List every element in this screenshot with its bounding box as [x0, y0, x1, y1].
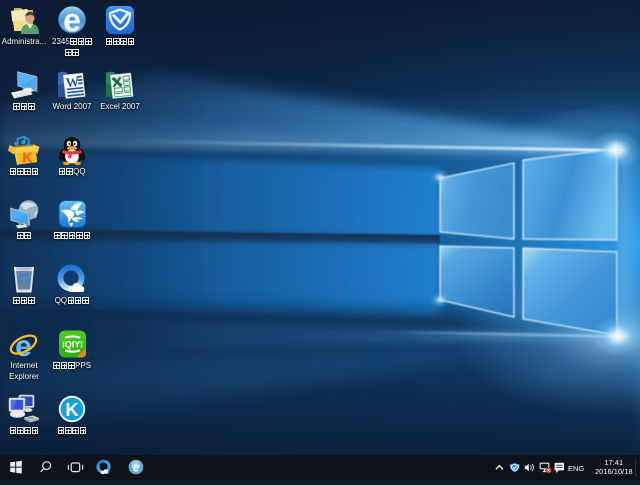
svg-text:e: e: [133, 460, 140, 474]
svg-text:K: K: [22, 151, 33, 166]
svg-text:iQIYI: iQIYI: [62, 340, 83, 350]
svg-text:e: e: [63, 5, 81, 35]
svg-text:K: K: [65, 399, 79, 420]
